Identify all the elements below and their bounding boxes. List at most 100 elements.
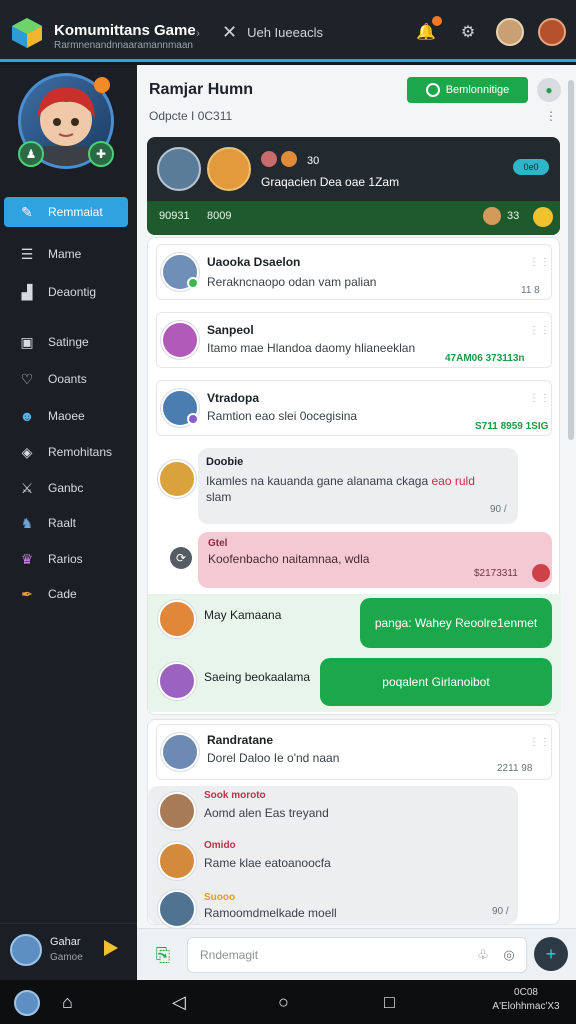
chat-bubble-icon <box>425 83 440 97</box>
mini-avatar <box>261 151 277 167</box>
featured-avatar-1 <box>157 147 201 191</box>
sidebar-item-7[interactable]: ⚔ Ganbc <box>4 473 128 503</box>
back-icon[interactable]: ◁ <box>172 992 186 1013</box>
more-options-icon[interactable]: ⋮ <box>545 109 557 123</box>
sidebar-item-label: Remohitans <box>48 445 113 459</box>
reply-bubble[interactable]: panga: Wahey Reoolre1enmet <box>360 598 552 648</box>
drag-handle-icon[interactable]: ⋮⋮ <box>529 393 551 404</box>
featured-footer-right: 33 <box>507 210 520 222</box>
message-text: Dorel Daloo Ie o'nd naan <box>207 751 340 765</box>
message-author: Saeing beokaalama <box>204 670 311 684</box>
sidebar-item-label: Deaontig <box>48 285 97 299</box>
message-author: May Kamaana <box>204 608 282 622</box>
sidebar-item-3[interactable]: ▣ Satinge <box>4 327 128 357</box>
top-bar: Komumittans Game Rarmnenandnnaaramannmaa… <box>0 0 576 62</box>
avatar <box>158 842 196 880</box>
avatar <box>161 321 199 359</box>
settings-icon[interactable]: ⚙ <box>454 18 482 46</box>
sidebar-item-8[interactable]: ♞ Raalt <box>4 508 128 538</box>
attachment-icon[interactable]: ⎘ <box>151 943 175 967</box>
avatar[interactable] <box>14 990 40 1016</box>
scrollbar[interactable] <box>568 80 574 440</box>
clock-date: A'Elohhmac'X3 <box>492 1001 560 1012</box>
avatar <box>158 890 196 928</box>
main-panel: Ramjar Humn Odpcte I 0C311 Bemlonnitige … <box>137 65 576 980</box>
avatar <box>158 792 196 830</box>
message-meta: 90 / <box>490 504 507 515</box>
bottom-profile-subtitle: Gamoe <box>50 952 83 963</box>
top-tab[interactable]: ✕ Ueh Iueeacls <box>222 22 323 43</box>
recents-icon[interactable]: □ <box>384 992 395 1013</box>
message-meta: S711 8959 1SIG <box>475 421 549 432</box>
bottom-profile[interactable]: Gahar Gamoe <box>0 923 137 979</box>
list-item[interactable]: Randratane Dorel Daloo Ie o'nd naan ⋮⋮ 2… <box>156 724 552 780</box>
message-meta: 90 / <box>492 906 509 917</box>
close-icon[interactable]: ✕ <box>222 22 237 43</box>
featured-card[interactable]: 30 Graqacien Dea oae 1Zam 0e0 90931 8009… <box>147 137 560 235</box>
notification-badge <box>432 16 442 26</box>
list-item[interactable]: Uaooka Dsaelon Rerakncnaopo odan vam pal… <box>156 244 552 300</box>
bottom-profile-name: Gahar <box>50 936 81 948</box>
system-clock: 0C08 A'Elohhmac'X3 <box>486 986 566 1014</box>
drag-handle-icon[interactable]: ⋮⋮ <box>529 325 551 336</box>
user-avatar[interactable] <box>538 18 566 46</box>
sidebar-item-label: Maoee <box>48 409 85 423</box>
sidebar-item-label: Raalt <box>48 516 77 530</box>
sidebar-item-9[interactable]: ♛ Rarios <box>4 544 128 574</box>
sidebar-item-1[interactable]: ☰ Mame <box>4 239 128 269</box>
puzzle-icon: ◈ <box>21 443 33 460</box>
avatar <box>158 662 196 700</box>
avatar <box>158 460 196 498</box>
message-meta: 2211 98 <box>497 763 533 774</box>
drag-handle-icon[interactable]: ⋮⋮ <box>529 257 551 268</box>
message-author: Sook moroto <box>204 790 266 801</box>
online-dot <box>187 277 199 289</box>
shield-icon: ♡ <box>20 370 34 387</box>
message-author: Omido <box>204 840 236 851</box>
chat-bubble[interactable]: Doobie Ikamles na kauanda gane alanama c… <box>198 448 518 524</box>
message-text-main: Ikamles na kauanda gane alanama ckaga <box>206 474 429 488</box>
sticker-icon[interactable]: ♧ <box>475 947 491 963</box>
reply-text: poqalent Girlanoibot <box>382 675 490 689</box>
emoji-icon[interactable]: ◎ <box>501 947 517 963</box>
list-item[interactable]: Sanpeol Itamo mae Hlandoa daomy hlianeek… <box>156 312 552 368</box>
sidebar-item-5[interactable]: ☻ Maoee <box>4 401 128 431</box>
lock-icon: ▣ <box>20 333 34 350</box>
message-text: Ramoomdmelkade moell <box>204 906 337 920</box>
message-text: Ramtion eao slei 0ocegisina <box>207 409 358 423</box>
avatar <box>158 600 196 638</box>
sidebar-item-2[interactable]: ▟ Deaontig <box>4 277 128 307</box>
sidebar-item-0[interactable]: ✎ Remmaiat <box>4 197 128 227</box>
top-icons: 🔔 ⚙ <box>412 16 566 46</box>
sidebar-item-4[interactable]: ♡ Ooants <box>4 364 128 394</box>
sidebar-item-6[interactable]: ◈ Remohitans <box>4 437 128 467</box>
character-icon: ☻ <box>19 408 35 424</box>
message-panel-bottom: Randratane Dorel Daloo Ie o'nd naan ⋮⋮ 2… <box>147 719 560 928</box>
cta-label: Bemlonnitige <box>445 84 510 96</box>
message-meta: 47AM06 373113n <box>445 353 525 364</box>
sidebar-item-label: Ooants <box>48 372 87 386</box>
reply-bubble[interactable]: poqalent Girlanoibot <box>320 658 552 706</box>
home-button-icon[interactable]: ○ <box>278 992 289 1013</box>
friend-avatar[interactable] <box>496 18 524 46</box>
notification-icon[interactable]: 🔔 <box>412 16 442 46</box>
play-icon[interactable] <box>104 940 118 956</box>
drag-handle-icon[interactable]: ⋮⋮ <box>529 737 551 748</box>
list-item[interactable]: Vtradopa Ramtion eao slei 0ocegisina ⋮⋮ … <box>156 380 552 436</box>
message-author: Randratane <box>207 733 274 747</box>
chevron-right-icon: › <box>196 26 200 40</box>
smiley-icon[interactable] <box>533 207 553 227</box>
message-text-line2: slam <box>206 490 232 504</box>
mini-avatar <box>281 151 297 167</box>
sidebar: ♟ ✚ ✎ Remmaiat ☰ Mame ▟ Deaontig ▣ Satin… <box>0 65 137 980</box>
home-icon[interactable]: ⌂ <box>62 992 73 1013</box>
emoji-icon <box>483 207 501 225</box>
sidebar-item-10[interactable]: ✒ Cade <box>4 579 128 609</box>
sidebar-item-label: Ganbc <box>48 481 84 495</box>
chat-bubble[interactable]: Gtel Koofenbacho naitamnaa, wdla $217331… <box>198 532 552 588</box>
message-author: Doobie <box>206 456 244 468</box>
gamepad-icon[interactable]: ● <box>537 78 561 102</box>
link-icon[interactable]: ⟳ <box>170 547 192 569</box>
send-button[interactable]: + <box>534 937 568 971</box>
primary-cta-button[interactable]: Bemlonnitige <box>407 77 528 103</box>
